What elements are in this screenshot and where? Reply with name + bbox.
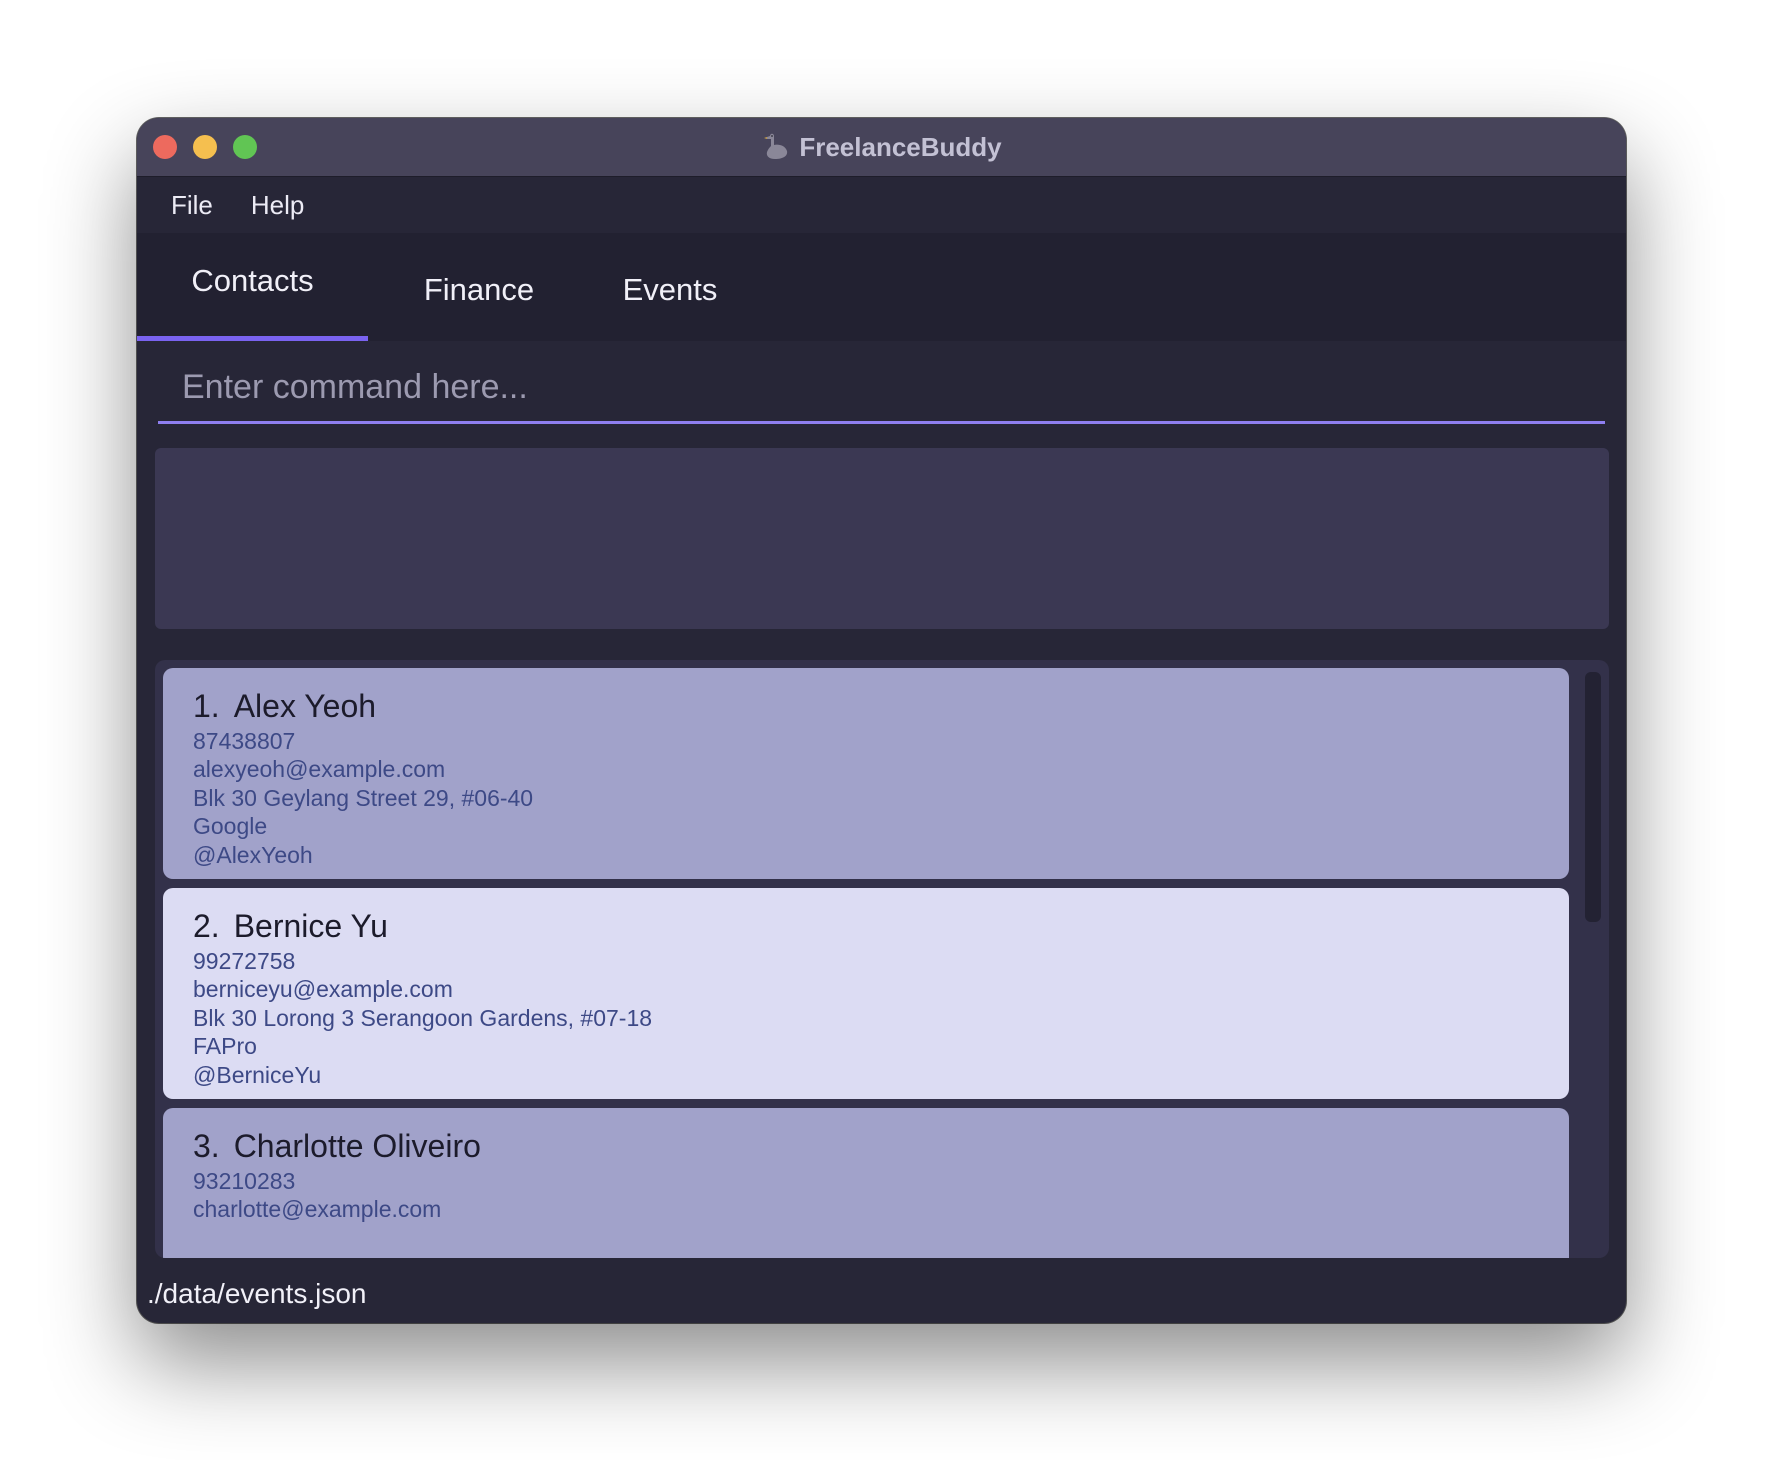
contact-telegram: @AlexYeoh xyxy=(193,841,313,868)
menu-help[interactable]: Help xyxy=(251,190,304,221)
contact-card[interactable]: 2. Bernice Yu 99272758 berniceyu@example.… xyxy=(163,888,1569,1099)
app-window: FreelanceBuddy File Help Contacts Financ… xyxy=(137,118,1626,1323)
list-scrollbar[interactable] xyxy=(1585,672,1601,922)
window-title: FreelanceBuddy xyxy=(799,131,1002,162)
contact-name-row: 3. Charlotte Oliveiro xyxy=(193,1126,1569,1166)
menu-bar: File Help xyxy=(137,177,1626,233)
contact-index: 2. xyxy=(193,908,220,944)
window-title-group: FreelanceBuddy xyxy=(137,118,1626,176)
contact-company: Google xyxy=(193,813,268,840)
contact-name: Charlotte Oliveiro xyxy=(233,1128,481,1164)
menu-file[interactable]: File xyxy=(171,190,213,221)
tab-finance[interactable]: Finance xyxy=(399,233,559,341)
contact-address: Blk 30 Lorong 3 Serangoon Gardens, #07-1… xyxy=(193,1004,653,1031)
contact-email: berniceyu@example.com xyxy=(193,976,453,1003)
contact-list[interactable]: 1. Alex Yeoh 87438807 alexyeoh@example.co… xyxy=(155,660,1609,1258)
contact-name-row: 1. Alex Yeoh xyxy=(193,686,1569,726)
contact-company: FAPro xyxy=(193,1033,257,1060)
title-bar[interactable]: FreelanceBuddy xyxy=(137,118,1626,177)
result-display xyxy=(155,448,1609,629)
contact-index: 3. xyxy=(193,1128,220,1164)
contact-card[interactable]: 3. Charlotte Oliveiro 93210283 charlotte@… xyxy=(163,1108,1569,1258)
contact-card[interactable]: 1. Alex Yeoh 87438807 alexyeoh@example.co… xyxy=(163,668,1569,879)
tab-contacts[interactable]: Contacts xyxy=(137,233,368,341)
contact-phone: 87438807 xyxy=(193,728,296,754)
contact-email: alexyeoh@example.com xyxy=(193,756,446,783)
tab-events[interactable]: Events xyxy=(589,233,751,341)
contact-phone: 99272758 xyxy=(193,948,296,974)
contact-name: Bernice Yu xyxy=(233,908,388,944)
status-bar-path: ./data/events.json xyxy=(147,1278,367,1309)
contact-phone: 93210283 xyxy=(193,1168,296,1194)
goose-icon xyxy=(764,133,788,159)
contact-address: Blk 30 Geylang Street 29, #06-40 xyxy=(193,784,534,811)
tab-bar: Contacts Finance Events xyxy=(137,233,1626,341)
contact-index: 1. xyxy=(193,688,220,724)
contact-email: charlotte@example.com xyxy=(193,1196,442,1223)
contact-name-row: 2. Bernice Yu xyxy=(193,906,1569,946)
contact-telegram: @BerniceYu xyxy=(193,1061,322,1088)
contact-name: Alex Yeoh xyxy=(233,688,377,724)
command-input[interactable] xyxy=(158,354,1605,424)
